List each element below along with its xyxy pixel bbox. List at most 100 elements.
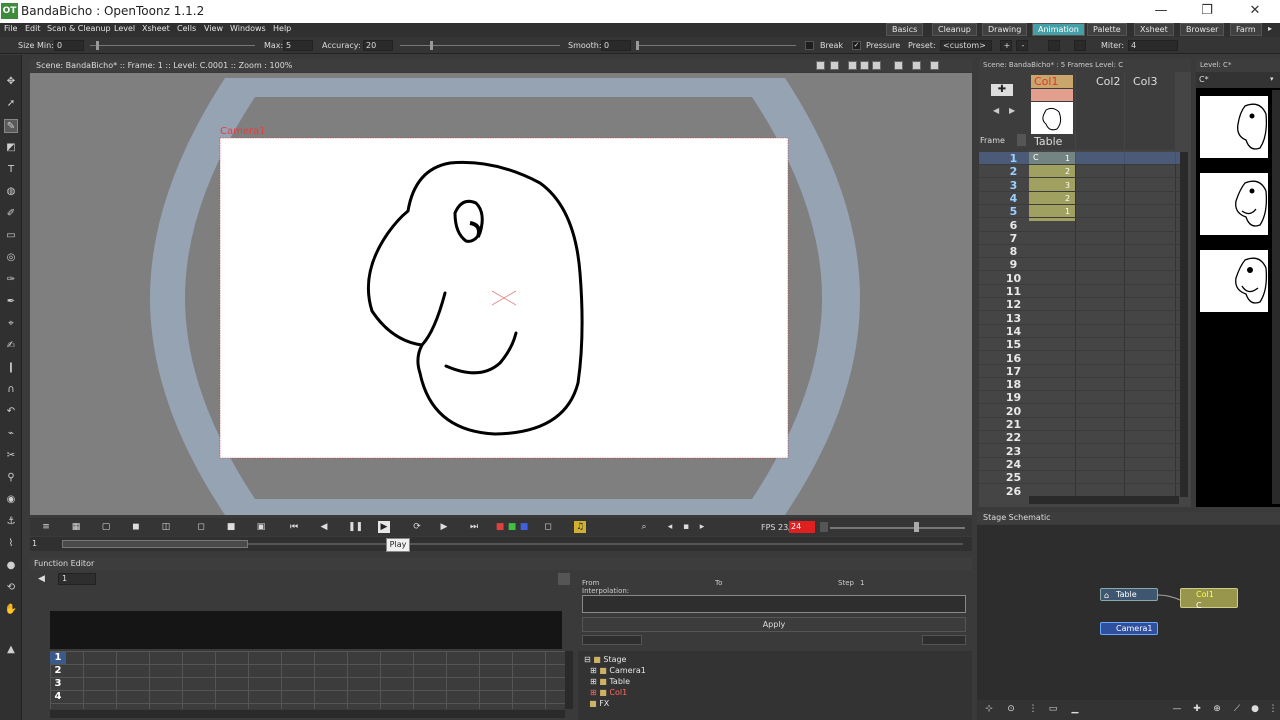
bender-tool-icon[interactable]: ↶ bbox=[4, 405, 18, 419]
accuracy-field[interactable]: 20 bbox=[363, 40, 393, 51]
xsheet-row[interactable]: 17 bbox=[979, 365, 1184, 378]
iron-tool-icon[interactable]: ⌁ bbox=[4, 427, 18, 441]
xsheet-row[interactable]: 10 bbox=[979, 272, 1184, 285]
blue-channel-icon[interactable]: ■ bbox=[518, 521, 530, 533]
xsheet-row-number[interactable]: 23 bbox=[1001, 445, 1026, 458]
xsheet-row-number[interactable]: 5 bbox=[1001, 205, 1026, 218]
xsheet-row[interactable]: 42 bbox=[979, 192, 1184, 205]
fit-to-window-icon[interactable]: ⊹ bbox=[983, 703, 995, 715]
sub-preview-icon[interactable]: ▣ bbox=[255, 521, 267, 533]
tree-item-stage[interactable]: ⊟ ■ Stage bbox=[584, 655, 626, 664]
next-key-icon[interactable]: ▸ bbox=[696, 521, 708, 533]
add-preset-button[interactable]: + bbox=[1000, 40, 1012, 51]
alpha-channel-icon[interactable]: ◻ bbox=[542, 521, 554, 533]
function-curve-area[interactable] bbox=[50, 611, 562, 649]
xsheet-row-number[interactable]: 22 bbox=[1001, 431, 1026, 444]
column-header-col3[interactable]: Col3 bbox=[1125, 72, 1175, 150]
viewer-menu-icon[interactable]: ≡ bbox=[40, 521, 52, 533]
pause-button[interactable]: ❚❚ bbox=[348, 521, 363, 533]
size-min-handle[interactable] bbox=[96, 41, 99, 50]
col1-name[interactable]: Col1 bbox=[1031, 75, 1073, 88]
loop-button[interactable]: ⟳ bbox=[408, 521, 426, 533]
col1-node[interactable]: Col1 C bbox=[1180, 588, 1238, 610]
safe-area-icon[interactable] bbox=[816, 61, 825, 70]
menu-view[interactable]: View bbox=[204, 24, 223, 33]
sound-icon[interactable]: ♫ bbox=[574, 521, 586, 533]
compare-icon[interactable]: ◫ bbox=[160, 521, 172, 533]
tracker-tool-icon[interactable]: ◉ bbox=[4, 493, 18, 507]
focus-icon[interactable]: ⊙ bbox=[1005, 703, 1017, 715]
tree-item-fx[interactable]: ■ FX bbox=[584, 699, 609, 708]
menu-scan-cleanup[interactable]: Scan & Cleanup bbox=[47, 24, 111, 33]
xsheet-row[interactable]: 20 bbox=[979, 405, 1184, 418]
fps-slider[interactable] bbox=[830, 527, 965, 529]
smooth-handle[interactable] bbox=[636, 41, 639, 50]
xsheet-row-number[interactable]: 12 bbox=[1001, 298, 1026, 311]
rgb-picker-tool-icon[interactable]: ✒ bbox=[4, 295, 18, 309]
preset-dropdown[interactable]: <custom> bbox=[940, 40, 992, 51]
frame-slider-handle[interactable] bbox=[62, 540, 248, 548]
function-frame-field[interactable]: 1 bbox=[58, 573, 96, 585]
room-drawing[interactable]: Drawing bbox=[982, 23, 1028, 36]
eraser-tool-icon[interactable]: ▭ bbox=[4, 229, 18, 243]
xsheet-cell-frame[interactable]: 3 bbox=[1065, 181, 1070, 190]
xsheet-row-number[interactable]: 1 bbox=[1001, 152, 1026, 165]
camera-node[interactable]: Camera1 bbox=[1100, 622, 1158, 635]
xsheet-row[interactable]: 33 bbox=[979, 179, 1184, 192]
join-style-icon[interactable] bbox=[1074, 40, 1086, 51]
minimize-nodes-icon[interactable]: ▁ bbox=[1069, 703, 1081, 715]
spline-icon[interactable]: ⟋ bbox=[1231, 703, 1243, 715]
room-farm[interactable]: Farm bbox=[1230, 23, 1262, 36]
menu-cells[interactable]: Cells bbox=[177, 24, 196, 33]
prev-frame-button[interactable]: ◀ bbox=[318, 521, 330, 533]
stop-preview-icon[interactable]: ■ bbox=[225, 521, 237, 533]
xsheet-cell-frame[interactable]: 2 bbox=[1065, 194, 1070, 203]
step-value[interactable]: 1 bbox=[860, 579, 864, 587]
xsheet-row-number[interactable]: 11 bbox=[1001, 285, 1026, 298]
menu-xsheet[interactable]: Xsheet bbox=[142, 24, 170, 33]
xsheet-row[interactable]: 23 bbox=[979, 445, 1184, 458]
level-frame-2[interactable] bbox=[1200, 173, 1268, 235]
zoom-icon[interactable]: ⌕ bbox=[638, 521, 650, 533]
red-channel-icon[interactable]: ■ bbox=[494, 521, 506, 533]
xsheet-row[interactable]: 22 bbox=[979, 165, 1184, 179]
3d-view-icon[interactable] bbox=[860, 61, 869, 70]
room-animation[interactable]: Animation bbox=[1032, 23, 1085, 36]
xsheet-row[interactable]: 25 bbox=[979, 471, 1184, 485]
stage-schematic-canvas[interactable]: ⌂ Table Col1 C Camera1 bbox=[977, 525, 1280, 700]
max-field[interactable]: 5 bbox=[283, 40, 313, 51]
xsheet-row[interactable]: 22 bbox=[979, 431, 1184, 445]
geometric-tool-icon[interactable]: ◩ bbox=[4, 141, 18, 155]
xsheet-hscrollbar[interactable] bbox=[1029, 496, 1179, 504]
minimize-button[interactable]: — bbox=[1138, 2, 1184, 20]
frame-field[interactable]: 1 bbox=[32, 539, 58, 549]
spreadsheet-row-2[interactable]: 2 bbox=[50, 665, 66, 677]
xsheet-grid[interactable]: 1 C 1 2 2 3 3 4 2 5 1 6 7 8 9 10 11 12 13 14 15 16 17 18 19 20 21 2… bbox=[979, 152, 1191, 497]
new-camera-icon[interactable]: ✚ bbox=[1191, 703, 1203, 715]
function-spreadsheet-grid[interactable]: 1 2 3 4 bbox=[50, 651, 565, 709]
field-guide-icon[interactable] bbox=[830, 61, 839, 70]
column-header-col2[interactable]: Col2 bbox=[1076, 72, 1124, 150]
new-motion-path-icon[interactable]: ⊕ bbox=[1211, 703, 1223, 715]
prev-key-icon[interactable]: ◂ bbox=[664, 521, 676, 533]
fps-slider-handle[interactable] bbox=[914, 522, 919, 532]
level-frame-1[interactable] bbox=[1200, 96, 1268, 158]
schematic-menu-icon[interactable]: ⋮ bbox=[1267, 703, 1279, 715]
level-dropdown[interactable]: C* ▾ bbox=[1196, 72, 1280, 88]
xsheet-row-number[interactable]: 3 bbox=[1001, 179, 1026, 192]
xsheet-row[interactable]: 9 bbox=[979, 258, 1184, 272]
prev-frame-icon[interactable]: ◀ bbox=[38, 574, 45, 584]
type-tool-icon[interactable]: T bbox=[4, 163, 18, 177]
toolbar-collapse-icon[interactable]: ▲ bbox=[4, 643, 18, 657]
xsheet-row[interactable]: 13 bbox=[979, 312, 1184, 325]
col3-name[interactable]: Col3 bbox=[1133, 75, 1157, 88]
xsheet-row[interactable]: 12 bbox=[979, 298, 1184, 312]
pump-tool-icon[interactable]: ❙ bbox=[4, 361, 18, 375]
tree-item-table[interactable]: ⊞ ■ Table bbox=[590, 677, 630, 686]
room-basics[interactable]: Basics bbox=[886, 23, 924, 36]
freeze-icon[interactable] bbox=[894, 61, 903, 70]
spreadsheet-row-3[interactable]: 3 bbox=[50, 678, 66, 690]
rotate-tool-icon[interactable]: ⟲ bbox=[4, 581, 18, 595]
room-xsheet[interactable]: Xsheet bbox=[1134, 23, 1174, 36]
selection-tool-icon[interactable]: ➚ bbox=[4, 97, 18, 111]
